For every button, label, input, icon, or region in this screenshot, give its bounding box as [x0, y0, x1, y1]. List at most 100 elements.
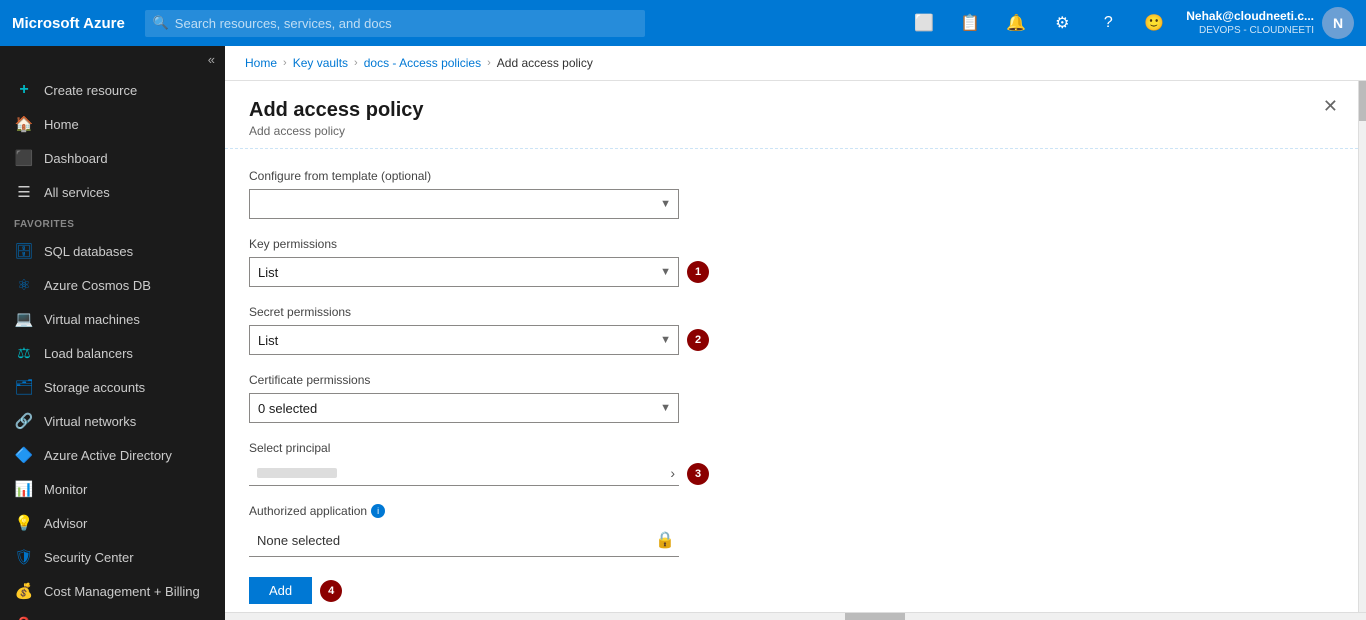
topbar-actions: ⬜ 📋 🔔 ⚙ ? 🙂 Nehak@cloudneeti.c... DEVOPS…: [910, 7, 1354, 39]
cosmos-icon: ⚛: [14, 276, 34, 294]
sidebar-collapse-button[interactable]: «: [0, 46, 225, 73]
sidebar-item-label: Storage accounts: [44, 380, 145, 395]
info-icon[interactable]: i: [371, 504, 385, 518]
key-permissions-select-wrapper: List ▼: [249, 257, 679, 287]
directory-icon[interactable]: 📋: [956, 9, 984, 37]
monitor-icon: 📊: [14, 480, 34, 498]
certificate-permissions-label: Certificate permissions: [249, 373, 1334, 387]
lb-icon: ⚖: [14, 344, 34, 362]
principal-input-wrapper[interactable]: ›: [249, 461, 679, 486]
favorites-label: FAVORITES: [0, 209, 225, 234]
help-support-icon: ❓: [14, 616, 34, 620]
secret-permissions-row: List ▼ 2: [249, 325, 1334, 355]
sidebar-item-home[interactable]: 🏠 Home: [0, 107, 225, 141]
configure-template-group: Configure from template (optional) ▼: [249, 169, 1334, 219]
configure-template-select[interactable]: [249, 189, 679, 219]
bottom-scrollbar: [225, 612, 1366, 620]
user-role: DEVOPS - CLOUDNEETI: [1186, 24, 1314, 37]
feedback-icon[interactable]: 🙂: [1140, 9, 1168, 37]
brand-name: Microsoft Azure: [12, 15, 125, 32]
add-button-row: Add 4: [249, 577, 1334, 604]
breadcrumb-access-policies[interactable]: docs - Access policies: [364, 56, 481, 70]
sidebar-item-label: Azure Active Directory: [44, 448, 172, 463]
authorized-app-label: Authorized application: [249, 504, 367, 518]
scrollbar-thumb: [1359, 81, 1366, 121]
sidebar-item-label: Load balancers: [44, 346, 133, 361]
step-badge-3: 3: [687, 463, 709, 485]
plus-icon: +: [14, 81, 34, 99]
sidebar-item-dashboard[interactable]: ⬛ Dashboard: [0, 141, 225, 175]
sidebar-item-azure-ad[interactable]: 🔷 Azure Active Directory: [0, 438, 225, 472]
step-badge-1: 1: [687, 261, 709, 283]
sidebar-item-label: Monitor: [44, 482, 87, 497]
key-permissions-select[interactable]: List: [249, 257, 679, 287]
topbar: Microsoft Azure 🔍 ⬜ 📋 🔔 ⚙ ? 🙂 Nehak@clou…: [0, 0, 1366, 46]
settings-icon[interactable]: ⚙: [1048, 9, 1076, 37]
secret-permissions-group: Secret permissions List ▼ 2: [249, 305, 1334, 355]
sidebar-item-cost-management[interactable]: 💰 Cost Management + Billing: [0, 574, 225, 608]
notification-icon[interactable]: 🔔: [1002, 9, 1030, 37]
sidebar-item-label: Virtual networks: [44, 414, 136, 429]
panel-close-button[interactable]: ✕: [1323, 97, 1338, 115]
vm-icon: 💻: [14, 310, 34, 328]
search-container: 🔍: [145, 10, 645, 37]
vnet-icon: 🔗: [14, 412, 34, 430]
panel-header: Add access policy Add access policy ✕: [225, 81, 1358, 149]
sidebar-item-virtual-machines[interactable]: 💻 Virtual machines: [0, 302, 225, 336]
cost-icon: 💰: [14, 582, 34, 600]
sidebar-item-storage-accounts[interactable]: 🗂 Storage accounts: [0, 370, 225, 404]
main-panel: Add access policy Add access policy ✕ Co…: [225, 81, 1358, 612]
configure-template-label: Configure from template (optional): [249, 169, 1334, 183]
sidebar-item-label: Azure Cosmos DB: [44, 278, 151, 293]
search-input[interactable]: [145, 10, 645, 37]
sidebar-item-load-balancers[interactable]: ⚖ Load balancers: [0, 336, 225, 370]
key-permissions-group: Key permissions List ▼ 1: [249, 237, 1334, 287]
sidebar-item-help-support[interactable]: ❓ Help + support: [0, 608, 225, 620]
user-menu[interactable]: Nehak@cloudneeti.c... DEVOPS - CLOUDNEET…: [1186, 7, 1354, 39]
cloud-shell-icon[interactable]: ⬜: [910, 9, 938, 37]
user-info: Nehak@cloudneeti.c... DEVOPS - CLOUDNEET…: [1186, 9, 1314, 38]
breadcrumb-key-vaults[interactable]: Key vaults: [293, 56, 348, 70]
add-button[interactable]: Add: [249, 577, 312, 604]
panel-title: Add access policy: [249, 99, 1334, 122]
help-icon[interactable]: ?: [1094, 9, 1122, 37]
sidebar-item-create-resource[interactable]: + Create resource: [0, 73, 225, 107]
sidebar-item-all-services[interactable]: ☰ All services: [0, 175, 225, 209]
breadcrumb-sep-3: ›: [487, 57, 491, 69]
search-icon: 🔍: [153, 15, 169, 31]
sidebar-item-sql-databases[interactable]: 🗄 SQL databases: [0, 234, 225, 268]
key-permissions-label: Key permissions: [249, 237, 1334, 251]
right-scrollbar: [1358, 81, 1366, 612]
breadcrumb: Home › Key vaults › docs - Access polici…: [225, 46, 1366, 81]
sidebar-item-monitor[interactable]: 📊 Monitor: [0, 472, 225, 506]
authorized-application-group: Authorized application i None selected 🔒: [249, 504, 1334, 557]
certificate-permissions-select[interactable]: 0 selected: [249, 393, 679, 423]
bottom-scrollbar-thumb: [845, 613, 905, 620]
certificate-permissions-select-wrapper: 0 selected ▼: [249, 393, 679, 423]
dashboard-icon: ⬛: [14, 149, 34, 167]
principal-arrow-button[interactable]: ›: [670, 465, 675, 481]
auth-app-selector[interactable]: None selected 🔒: [249, 524, 679, 557]
sidebar-item-cosmos-db[interactable]: ⚛ Azure Cosmos DB: [0, 268, 225, 302]
sidebar-item-virtual-networks[interactable]: 🔗 Virtual networks: [0, 404, 225, 438]
sidebar-item-security-center[interactable]: 🛡 Security Center: [0, 540, 225, 574]
breadcrumb-sep-1: ›: [283, 57, 287, 69]
step-badge-4: 4: [320, 580, 342, 602]
secret-permissions-select[interactable]: List: [249, 325, 679, 355]
select-principal-label: Select principal: [249, 441, 1334, 455]
principal-input-text: [257, 468, 337, 478]
sidebar-item-label: Security Center: [44, 550, 134, 565]
sidebar-item-advisor[interactable]: 💡 Advisor: [0, 506, 225, 540]
sidebar-item-label: Advisor: [44, 516, 87, 531]
avatar: N: [1322, 7, 1354, 39]
panel-subtitle: Add access policy: [249, 124, 1334, 138]
main-layout: « + Create resource 🏠 Home ⬛ Dashboard ☰…: [0, 46, 1366, 620]
breadcrumb-home[interactable]: Home: [245, 56, 277, 70]
sidebar-item-label: Virtual machines: [44, 312, 140, 327]
advisor-icon: 💡: [14, 514, 34, 532]
aad-icon: 🔷: [14, 446, 34, 464]
secret-permissions-select-wrapper: List ▼: [249, 325, 679, 355]
user-name: Nehak@cloudneeti.c...: [1186, 9, 1314, 25]
key-permissions-row: List ▼ 1: [249, 257, 1334, 287]
sidebar-item-label: SQL databases: [44, 244, 133, 259]
